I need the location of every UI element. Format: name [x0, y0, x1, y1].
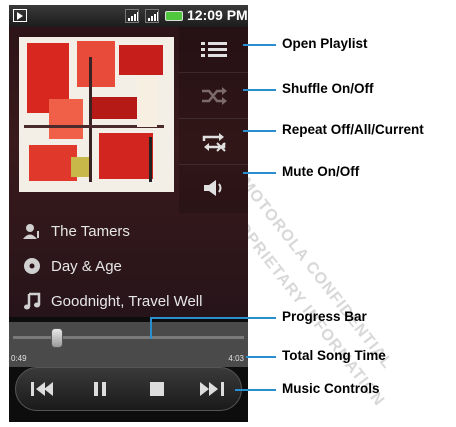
callout-line-progress: [151, 317, 276, 319]
callout-open-playlist: Open Playlist: [282, 36, 368, 51]
player-main: The Tamers Day & Age Goodnight, Travel W…: [9, 27, 248, 317]
callout-shuffle: Shuffle On/Off: [282, 81, 374, 96]
status-bar: 12:09 PM: [9, 5, 248, 27]
shuffle-button[interactable]: [179, 73, 248, 119]
album-art: [19, 37, 174, 192]
album-row: Day & Age: [23, 252, 122, 280]
artist-row: The Tamers: [23, 217, 130, 245]
mute-button[interactable]: [179, 165, 248, 210]
playlist-icon: [200, 41, 227, 57]
album-name: Day & Age: [51, 257, 122, 275]
progress-thumb[interactable]: [51, 328, 63, 348]
artist-icon: [23, 222, 41, 240]
music-note-icon: [23, 292, 41, 310]
callout-line-shuffle: [243, 89, 276, 91]
phone-screen: 12:09 PM The Tamers Day & Age Goodnight,…: [9, 5, 248, 422]
repeat-button[interactable]: [179, 119, 248, 165]
status-time: 12:09 PM: [187, 7, 248, 23]
artist-name: The Tamers: [51, 222, 130, 240]
callout-line-total-time: [246, 356, 276, 358]
speaker-icon: [203, 179, 221, 196]
open-playlist-button[interactable]: [179, 27, 248, 73]
pause-button[interactable]: [80, 374, 120, 404]
callout-repeat: Repeat Off/All/Current: [282, 122, 424, 137]
pause-icon: [94, 382, 107, 396]
callout-line-progress-drop: [150, 317, 152, 339]
callout-total-song-time: Total Song Time: [282, 348, 386, 363]
repeat-icon: [202, 132, 226, 152]
shuffle-icon: [201, 86, 227, 105]
elapsed-time: 0:49: [11, 354, 27, 363]
callout-line-playlist: [243, 44, 276, 46]
watermark-line-1: MOTOROLA CONFIDENTIAL: [236, 175, 396, 373]
stop-button[interactable]: [137, 374, 177, 404]
previous-button[interactable]: [24, 374, 64, 404]
notification-icon: [13, 9, 27, 22]
progress-bar[interactable]: [13, 336, 244, 339]
signal-icon: [125, 9, 139, 23]
callout-line-controls: [235, 389, 276, 391]
progress-area: 0:49 4:03: [9, 322, 248, 367]
total-time: 4:03: [228, 354, 244, 363]
next-icon: [199, 382, 224, 396]
music-controls: [15, 367, 242, 411]
previous-icon: [31, 382, 54, 396]
song-row: Goodnight, Travel Well: [23, 287, 202, 315]
callout-music-controls: Music Controls: [282, 381, 380, 396]
song-title: Goodnight, Travel Well: [51, 292, 203, 310]
signal-icon-2: [145, 9, 159, 23]
battery-icon: [165, 11, 183, 21]
stop-icon: [149, 382, 164, 396]
next-button[interactable]: [193, 374, 233, 404]
callout-progress-bar: Progress Bar: [282, 309, 367, 324]
callout-line-repeat: [243, 130, 276, 132]
side-button-column: [179, 27, 248, 213]
callout-mute: Mute On/Off: [282, 164, 360, 179]
callout-line-mute: [243, 172, 276, 174]
album-icon: [23, 257, 41, 275]
